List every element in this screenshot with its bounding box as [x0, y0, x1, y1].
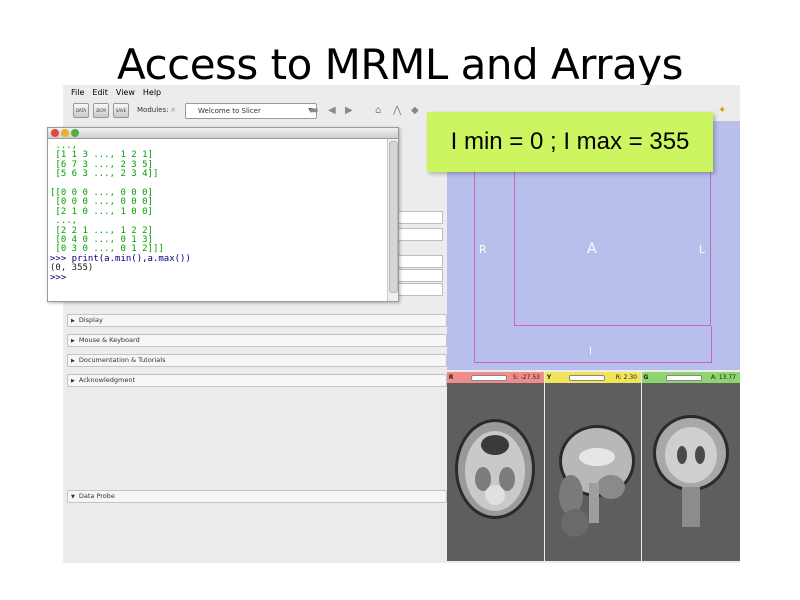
forward-icon[interactable]: ▶ [345, 105, 353, 116]
sagittal-brain-image [559, 425, 635, 537]
console-titlebar[interactable] [48, 128, 398, 139]
expand-triangle-icon: ▶ [71, 378, 75, 384]
section-mouse-keyboard[interactable]: ▶ Mouse & Keyboard [67, 334, 447, 347]
layout-icon[interactable]: ▬ [309, 105, 318, 116]
bbox-edge [475, 362, 711, 363]
yellow-slice-tag: Y [546, 374, 552, 381]
console-line: >>> print(a.min(),a.max()) [50, 253, 191, 264]
green-slice-view[interactable] [642, 383, 740, 561]
section-label: Display [78, 316, 103, 324]
yellow-slice-slider[interactable] [569, 375, 605, 381]
scrollbar-thumb[interactable] [389, 141, 398, 293]
extension-icon[interactable]: ✦ [718, 105, 726, 116]
module-selector[interactable]: Welcome to Slicer ▼ [185, 103, 317, 119]
save-button[interactable]: SAVE [113, 103, 129, 118]
red-slice-bar[interactable]: R S: -27.53 [447, 372, 544, 383]
collapse-triangle-icon: ▼ [71, 494, 75, 500]
bbox-edge [514, 325, 711, 326]
transforms-icon[interactable]: ⋀ [393, 105, 401, 116]
panel-field[interactable] [397, 211, 443, 224]
expand-triangle-icon: ▶ [71, 358, 75, 364]
yellow-slice-view[interactable] [545, 383, 641, 561]
section-label: Data Probe [78, 492, 115, 500]
axial-brain-image [455, 419, 535, 519]
green-slice-slider[interactable] [666, 375, 702, 381]
console-line: [2 1 0 ..., 1 0 0] [50, 206, 153, 217]
orientation-label-r: R [479, 243, 487, 256]
console-line: [5 6 3 ..., 2 3 4]] [50, 169, 159, 180]
python-console-window[interactable]: ..., [1 1 3 ..., 1 2 1] [6 7 3 ..., 2 3 … [47, 127, 399, 302]
orientation-label-i: I [589, 346, 592, 357]
console-line: >>> [50, 272, 67, 283]
red-slice-tag: R [448, 374, 454, 381]
module-search-icon[interactable]: ⌕ [171, 105, 175, 115]
menu-edit[interactable]: Edit [92, 88, 108, 97]
section-display[interactable]: ▶ Display [67, 314, 447, 327]
section-label: Acknowledgment [78, 376, 135, 384]
section-documentation[interactable]: ▶ Documentation & Tutorials [67, 354, 447, 367]
volume-icon[interactable]: ◆ [411, 105, 419, 116]
orientation-label-a: A [587, 241, 597, 257]
red-slice-offset: S: -27.53 [512, 374, 540, 381]
modules-label: Modules: [137, 106, 169, 114]
menu-view[interactable]: View [116, 88, 135, 97]
red-slice-slider[interactable] [471, 375, 507, 381]
panel-field[interactable] [397, 255, 443, 268]
orientation-label-l: L [699, 243, 706, 256]
panel-field[interactable] [397, 283, 443, 296]
section-data-probe[interactable]: ▼ Data Probe [67, 490, 447, 503]
minimize-icon[interactable] [61, 129, 69, 137]
load-data-button[interactable]: DATA [73, 103, 89, 118]
min-max-annotation: I min = 0 ; I max = 355 [427, 112, 713, 172]
module-selector-value: Welcome to Slicer [198, 107, 261, 115]
green-slice-offset: A: 13.77 [710, 374, 736, 381]
load-dicom-button[interactable]: DCM [93, 103, 109, 118]
section-acknowledgment[interactable]: ▶ Acknowledgment [67, 374, 447, 387]
green-slice-bar[interactable]: G A: 13.77 [642, 372, 740, 383]
green-slice-tag: G [643, 374, 649, 381]
yellow-slice-offset: R: 2.30 [615, 374, 637, 381]
section-label: Mouse & Keyboard [78, 336, 140, 344]
home-icon[interactable]: ⌂ [375, 105, 381, 116]
console-scrollbar[interactable] [387, 139, 398, 301]
section-label: Documentation & Tutorials [78, 356, 166, 364]
zoom-icon[interactable] [71, 129, 79, 137]
slide-title: Access to MRML and Arrays [117, 40, 683, 89]
yellow-slice-bar[interactable]: Y R: 2.30 [545, 372, 641, 383]
red-slice-view[interactable] [447, 383, 544, 561]
panel-field[interactable] [397, 269, 443, 282]
expand-triangle-icon: ▶ [71, 338, 75, 344]
back-icon[interactable]: ◀ [328, 105, 336, 116]
menu-help[interactable]: Help [143, 88, 161, 97]
menu-bar: File Edit View Help [63, 88, 740, 102]
coronal-brain-image [653, 415, 729, 527]
expand-triangle-icon: ▶ [71, 318, 75, 324]
console-line: (0, 355) [50, 263, 94, 274]
panel-field[interactable] [397, 228, 443, 241]
close-icon[interactable] [51, 129, 59, 137]
menu-file[interactable]: File [71, 88, 84, 97]
bbox-edge [711, 326, 712, 363]
console-output[interactable]: ..., [1 1 3 ..., 1 2 1] [6 7 3 ..., 2 3 … [50, 141, 388, 300]
